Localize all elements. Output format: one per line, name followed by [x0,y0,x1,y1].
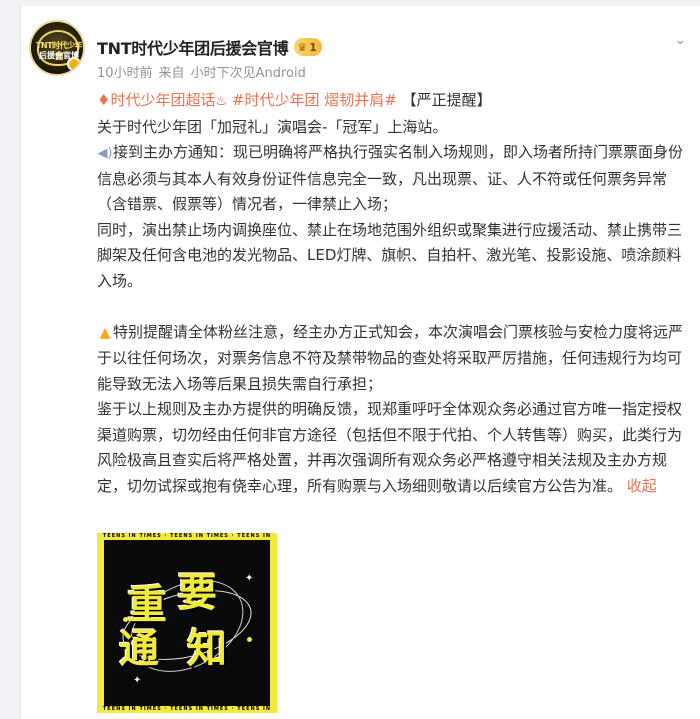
warning-icon: ▲ [99,324,111,341]
weibo-post-card: TNT时代少年团 后援会官博 TNT时代少年团后援会官博 ♛ 1 ⌄ 10小时前… [20,6,700,719]
notice-char-2: 要 [177,570,217,616]
diamond-icon: ♦ [97,91,111,109]
collapse-link[interactable]: 收起 [627,477,657,495]
notice-border-text-top: TEENS IN TIMES · TEENS IN TIMES · TEENS … [102,533,272,546]
author-row: TNT时代少年团后援会官博 ♛ 1 [97,36,322,58]
notice-char-4: 知 [187,626,227,672]
avatar[interactable]: TNT时代少年团 后援会官博 [29,20,85,76]
notice-dot [123,617,128,622]
tag-text: 【严正提醒】 [401,91,492,109]
paragraph-1-text: 接到主办方通知：现已明确将严格执行强实名制入场规则，即入场者所持门票票面身份信息… [97,143,684,213]
vip-badge[interactable]: ♛ 1 [294,38,322,56]
author-name[interactable]: TNT时代少年团后援会官博 [97,35,289,59]
paragraph-3-text: 特别提醒请全体粉丝注意，经主办方正式知会，本次演唱会门票核验与安检力度将远严于以… [97,322,684,393]
topic-hashtag-link[interactable]: #时代少年团 熠韧并肩# [232,91,397,109]
content-paragraph-4: 鉴于以上规则及主办方提供的明确反馈，现郑重呼吁全体观众务必通过官方唯一指定授权渠… [97,397,687,499]
vip-level: 1 [309,40,317,54]
topic-supertopic-link[interactable]: 时代少年团超话 [110,91,215,109]
content-paragraph-3: ▲ 特别提醒请全体粉丝注意，经主办方正式知会，本次演唱会门票核验与安检力度将远严于… [97,320,687,398]
content-paragraph-2: 同时，演出禁止场内调换座位、禁止在场地范围外组织或聚集进行应援活动、禁止携带三脚… [97,220,683,290]
speaker-icon: ◀) [97,146,113,161]
content-intro: 关于时代少年团「加冠礼」演唱会-「冠军」上海站。 [97,117,448,136]
notice-char-3: 通 [119,626,159,672]
paragraph-4-text: 鉴于以上规则及主办方提供的明确反馈，现郑重呼吁全体观众务必通过官方唯一指定授权渠… [97,400,683,495]
post-source: 小时下次见Android [190,66,306,81]
notice-dot [247,637,252,642]
post-content: ♦时代少年团超话♨ #时代少年团 熠韧并肩# 【严正提醒】 关于时代少年团「加冠… [97,88,687,499]
source-prefix: 来自 [158,66,185,81]
notice-border-text-bottom: TEENS IN TIMES · TEENS IN TIMES · TEENS … [102,706,272,712]
crown-icon: ♛ [297,40,308,54]
post-time[interactable]: 10小时前 [97,62,153,81]
notice-char-1: 重 [127,582,167,628]
content-paragraph-1: ◀)接到主办方通知：现已明确将严格执行强实名制入场规则，即入场者所持门票票面身份… [97,140,687,218]
chevron-down-icon[interactable]: ⌄ [674,32,686,48]
sparkle-icon: ✦ [133,675,142,686]
notice-image[interactable]: TEENS IN TIMES · TEENS IN TIMES · TEENS … [97,533,277,713]
verified-badge-icon [67,57,81,71]
sparkle-icon: ✦ [245,573,254,584]
post-meta: 10小时前 来自 小时下次见Android [97,62,306,81]
content-line-topics: ♦时代少年团超话♨ #时代少年团 熠韧并肩# 【严正提醒】 [97,88,687,115]
popcorn-icon: ♨ [215,94,228,109]
